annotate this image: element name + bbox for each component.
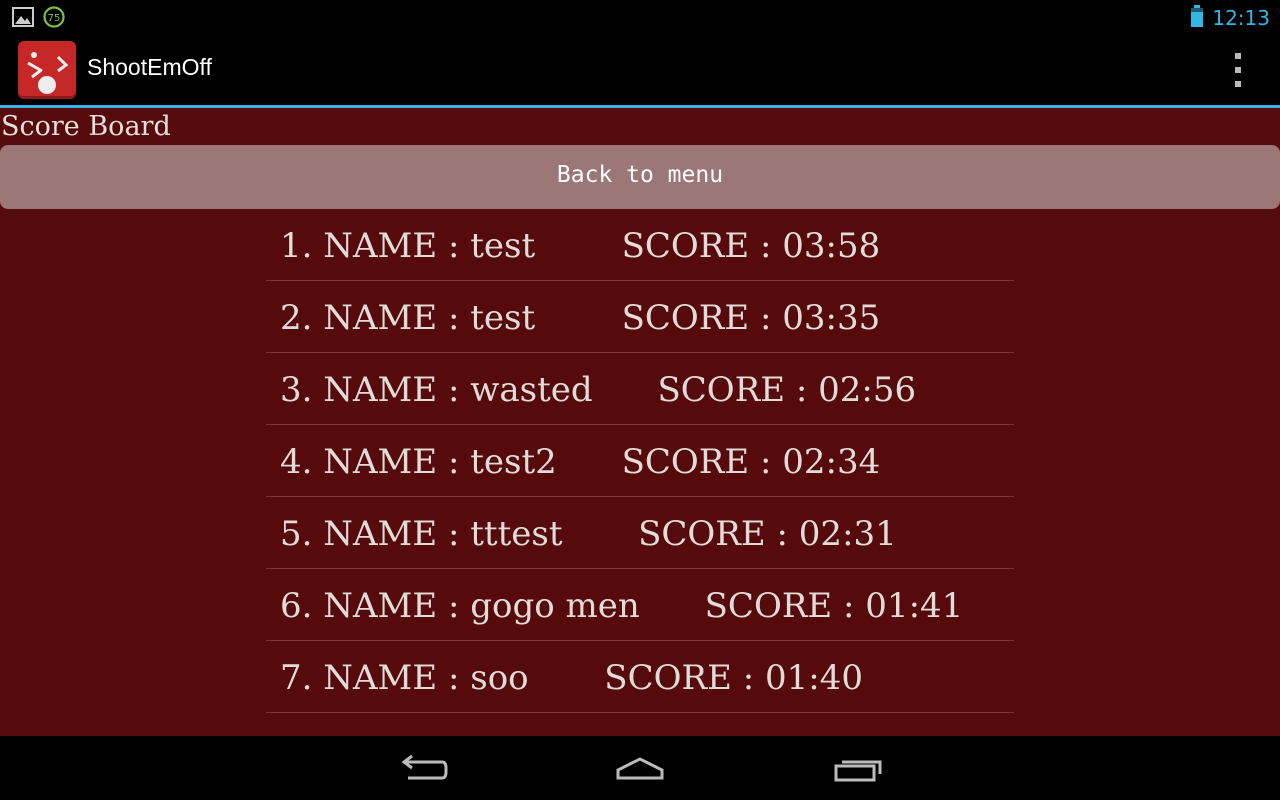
overflow-menu-icon[interactable] xyxy=(1226,53,1250,87)
score-entry-text: 2. NAME : test SCORE : 03:35 xyxy=(280,298,881,338)
app-title: ShootEmOff xyxy=(87,54,212,80)
list-item[interactable]: 4. NAME : test2 SCORE : 02:34 xyxy=(266,425,1014,497)
list-item[interactable]: 5. NAME : tttest SCORE : 02:31 xyxy=(266,497,1014,569)
image-icon xyxy=(12,7,34,31)
score-entry-text: 6. NAME : gogo men SCORE : 01:41 xyxy=(280,586,964,626)
score-list[interactable]: 1. NAME : test SCORE : 03:58 2. NAME : t… xyxy=(266,209,1014,713)
battery-icon xyxy=(1190,5,1204,31)
back-to-menu-button[interactable]: Back to menu xyxy=(0,145,1280,209)
score-entry-text: 5. NAME : tttest SCORE : 02:31 xyxy=(280,514,897,554)
system-tray: 12:13 xyxy=(1190,5,1270,31)
action-bar: ShootEmOff xyxy=(0,33,1280,105)
page-title: Score Board xyxy=(1,111,171,142)
home-icon[interactable] xyxy=(610,750,670,790)
list-item[interactable]: 7. NAME : soo SCORE : 01:40 xyxy=(266,641,1014,713)
navigation-bar xyxy=(0,736,1280,800)
score-board-screen: Score Board Back to menu 1. NAME : test … xyxy=(0,108,1280,736)
notification-area: 75 xyxy=(12,6,66,32)
recent-apps-icon[interactable] xyxy=(830,750,890,790)
score-entry-text: 1. NAME : test SCORE : 03:58 xyxy=(280,226,881,266)
score-entry-text: 3. NAME : wasted SCORE : 02:56 xyxy=(280,370,917,410)
score-entry-text: 4. NAME : test2 SCORE : 02:34 xyxy=(280,442,881,482)
back-icon[interactable] xyxy=(394,750,454,790)
list-item[interactable]: 3. NAME : wasted SCORE : 02:56 xyxy=(266,353,1014,425)
status-bar: 75 12:13 xyxy=(0,0,1280,33)
list-item[interactable]: 6. NAME : gogo men SCORE : 01:41 xyxy=(266,569,1014,641)
list-item[interactable]: 2. NAME : test SCORE : 03:35 xyxy=(266,281,1014,353)
list-item[interactable]: 1. NAME : test SCORE : 03:58 xyxy=(266,209,1014,281)
app-icon[interactable] xyxy=(18,41,76,99)
clock: 12:13 xyxy=(1212,6,1270,30)
download-badge-text: 75 xyxy=(48,13,61,24)
download-75-icon: 75 xyxy=(42,6,66,32)
score-entry-text: 7. NAME : soo SCORE : 01:40 xyxy=(280,658,863,698)
